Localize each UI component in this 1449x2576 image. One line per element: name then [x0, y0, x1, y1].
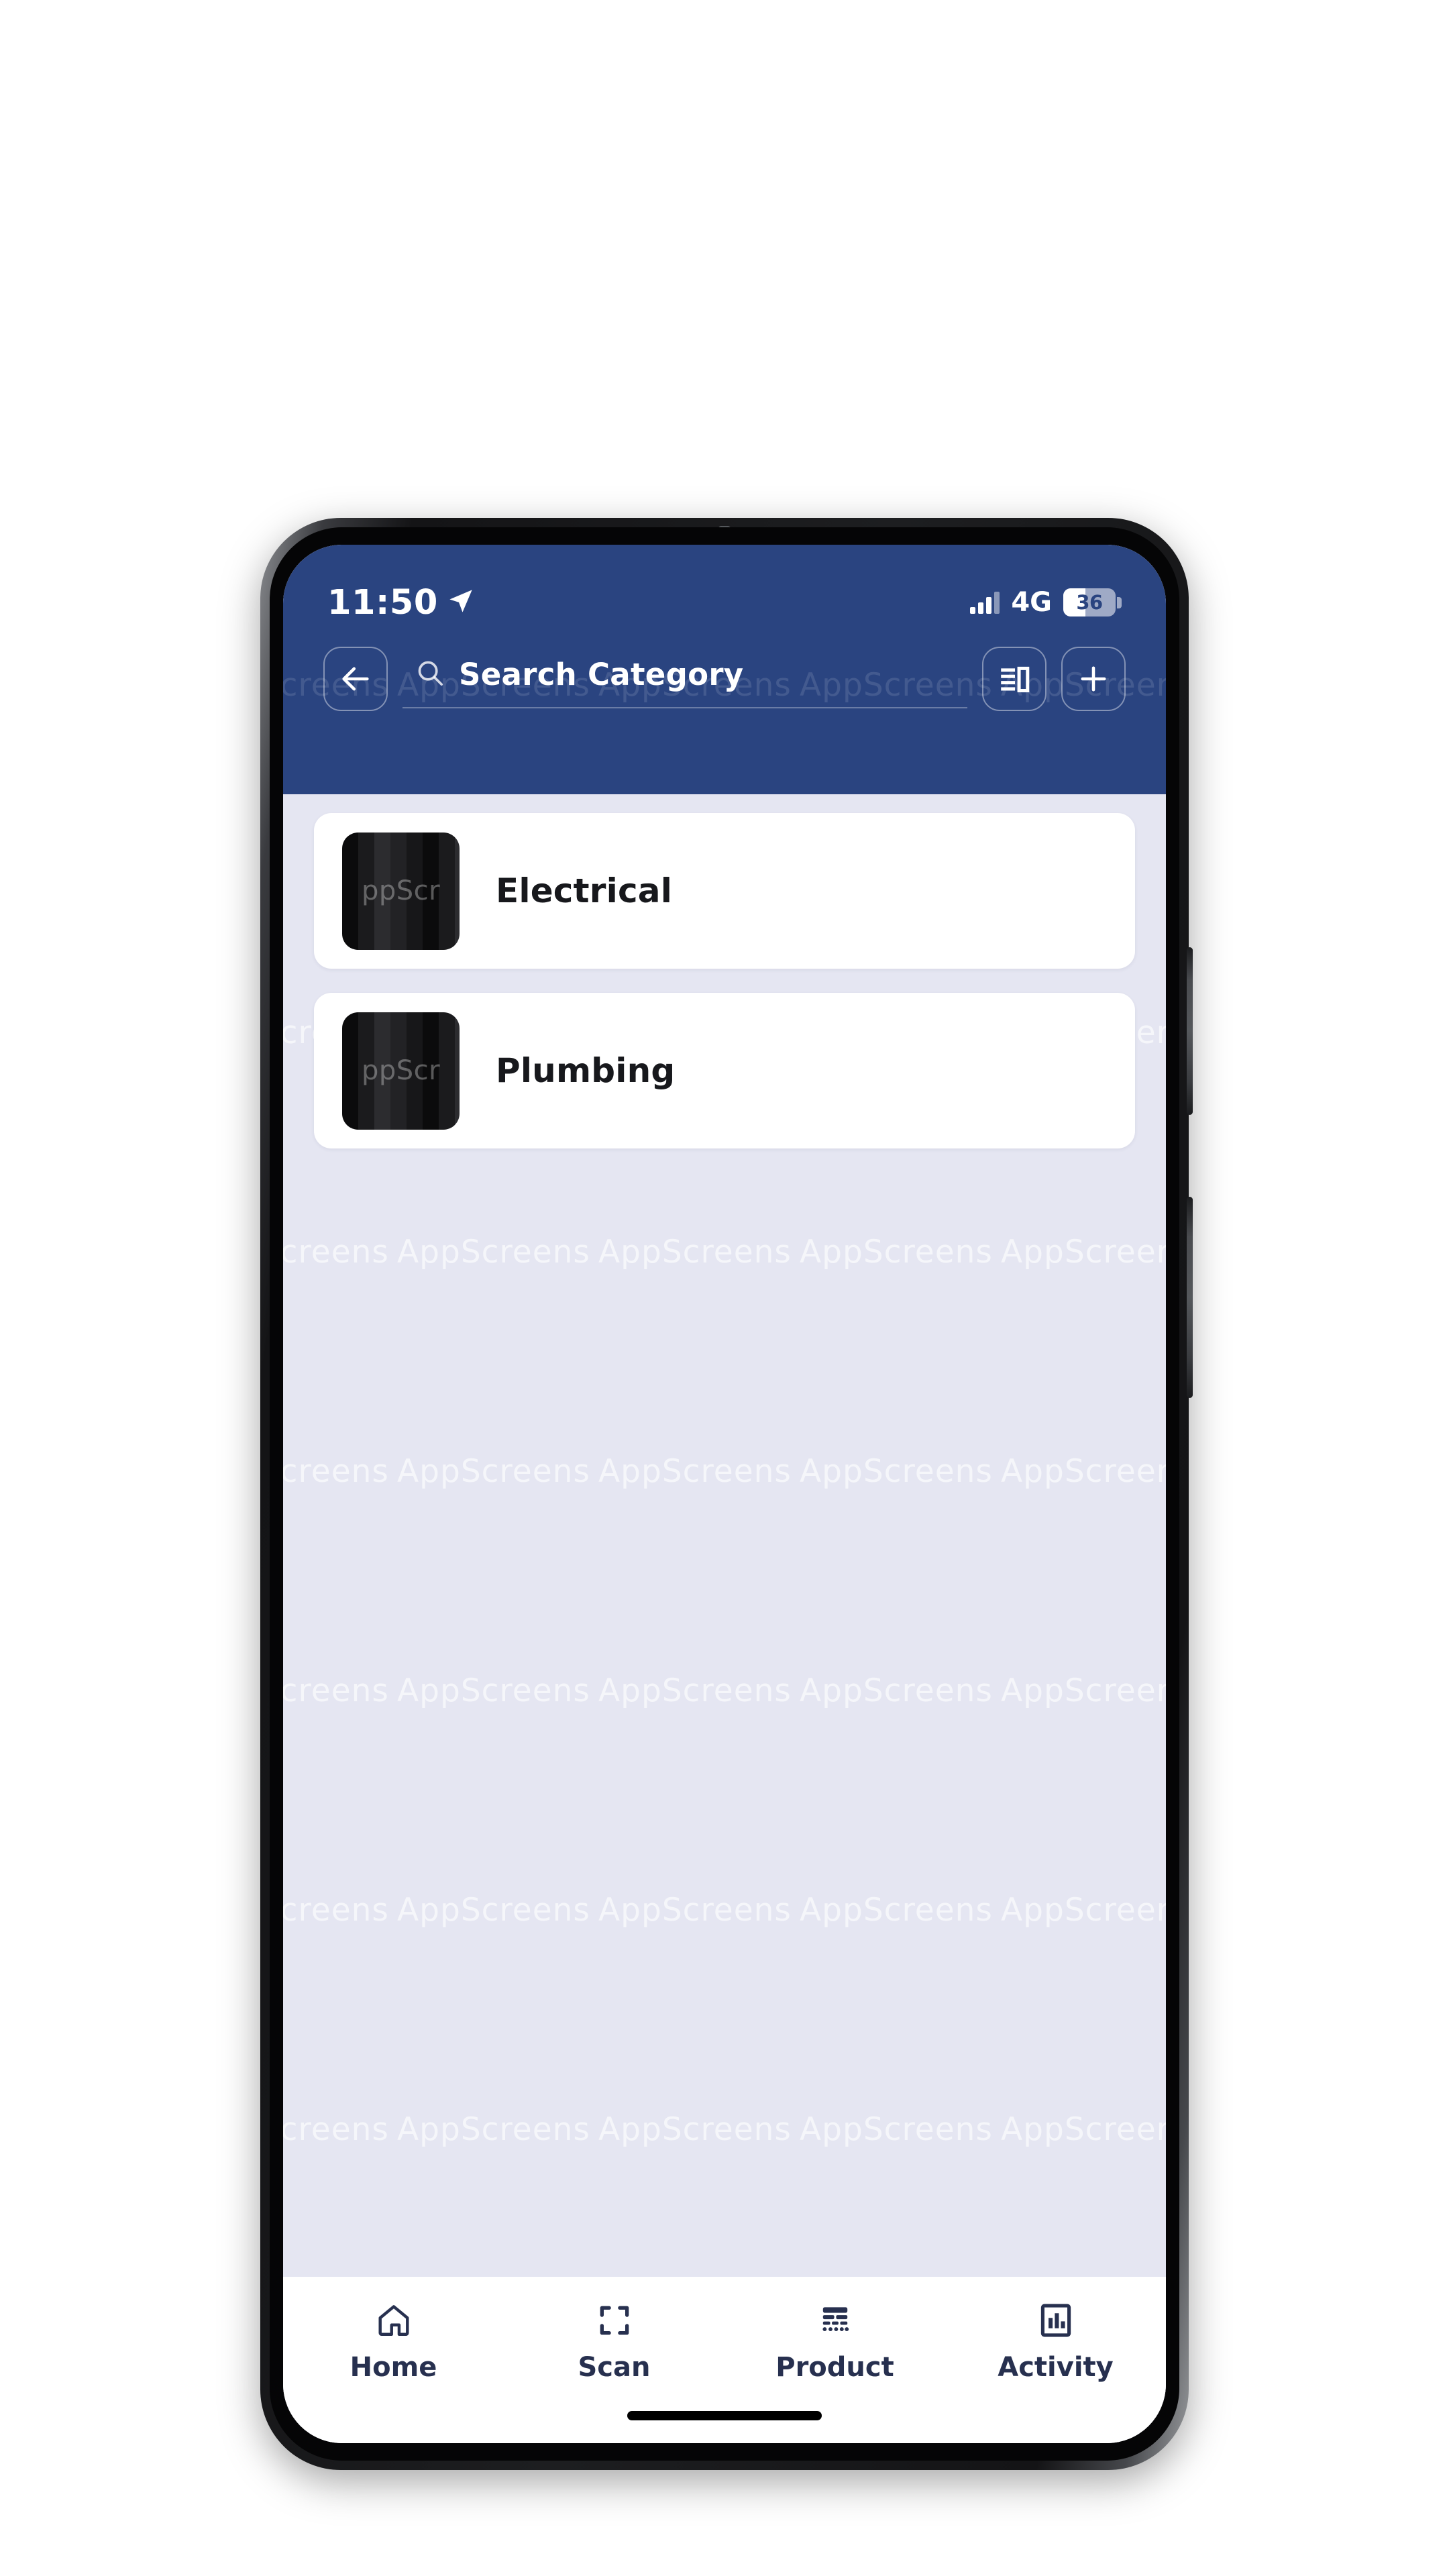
search-icon [415, 657, 445, 692]
battery-indicator: 36 [1063, 588, 1122, 616]
home-indicator-wrap [283, 2411, 1166, 2420]
phone-device-frame: 11:50 4G 36 Search Category creens AppSc… [260, 518, 1193, 2470]
category-card-plumbing[interactable]: ppScr Plumbing [314, 993, 1135, 1148]
watermark-text: AppScreensAppScreensAppScreensAppScreens… [283, 1892, 1166, 1929]
home-icon [374, 2301, 413, 2340]
category-list-area: AppScreensAppScreensAppScreensAppScreens… [283, 794, 1166, 2277]
activity-chart-icon [1036, 2301, 1075, 2340]
add-button[interactable] [1061, 647, 1126, 711]
category-name: Electrical [496, 871, 673, 910]
search-toolbar: Search Category [283, 637, 1166, 711]
view-toggle-button[interactable] [982, 647, 1046, 711]
app-header: 11:50 4G 36 Search Category creens AppSc… [283, 545, 1166, 794]
app-root: 11:50 4G 36 Search Category creens AppSc… [283, 545, 1166, 2443]
nav-label: Home [350, 2352, 437, 2383]
volume-button[interactable] [1187, 947, 1193, 1115]
nav-label: Scan [578, 2352, 651, 2383]
scan-frame-icon [595, 2301, 634, 2340]
thumbnail-watermark: ppScr [361, 1055, 441, 1086]
category-card-electrical[interactable]: ppScr Electrical [314, 813, 1135, 969]
nav-label: Product [775, 2352, 894, 2383]
battery-body: 36 [1063, 588, 1116, 616]
nav-item-scan[interactable]: Scan [504, 2301, 724, 2383]
status-clock: 11:50 [327, 582, 438, 623]
watermark-text: AppScreensAppScreensAppScreensAppScreens… [283, 1672, 1166, 1709]
search-placeholder-text: Search Category [459, 656, 744, 692]
status-bar-right: 4G 36 [970, 587, 1122, 618]
category-name: Plumbing [496, 1051, 676, 1090]
watermark-text: AppScreensAppScreensAppScreensAppScreens… [283, 2111, 1166, 2148]
network-type-label: 4G [1011, 587, 1052, 618]
category-list: ppScr Electrical ppScr Plumbing [283, 813, 1166, 1148]
watermark-text: AppScreensAppScreensAppScreensAppScreens… [283, 1453, 1166, 1490]
battery-cap [1117, 596, 1122, 608]
nav-item-product[interactable]: Product [724, 2301, 945, 2383]
battery-level-label: 36 [1076, 591, 1103, 614]
status-bar-left: 11:50 [327, 583, 474, 623]
status-bar: 11:50 4G 36 [283, 545, 1166, 637]
nav-item-activity[interactable]: Activity [945, 2301, 1166, 2383]
phone-screen: 11:50 4G 36 Search Category creens AppSc… [283, 545, 1166, 2443]
category-thumbnail: ppScr [342, 832, 460, 950]
nav-label: Activity [998, 2352, 1114, 2383]
location-arrow-icon [447, 588, 474, 618]
power-button[interactable] [1187, 1197, 1193, 1398]
product-stack-icon [816, 2301, 855, 2340]
home-indicator[interactable] [627, 2411, 822, 2420]
nav-item-home[interactable]: Home [283, 2301, 504, 2383]
thumbnail-watermark: ppScr [361, 875, 441, 906]
back-button[interactable] [323, 647, 388, 711]
watermark-text: AppScreensAppScreensAppScreensAppScreens… [283, 1234, 1166, 1271]
category-thumbnail: ppScr [342, 1012, 460, 1130]
screenshot-canvas: 11:50 4G 36 Search Category creens AppSc… [0, 0, 1449, 2576]
signal-bars-icon [970, 591, 1000, 614]
bottom-navigation-bar: Home Scan Product Activity [283, 2277, 1166, 2443]
search-input[interactable]: Search Category [402, 650, 967, 708]
